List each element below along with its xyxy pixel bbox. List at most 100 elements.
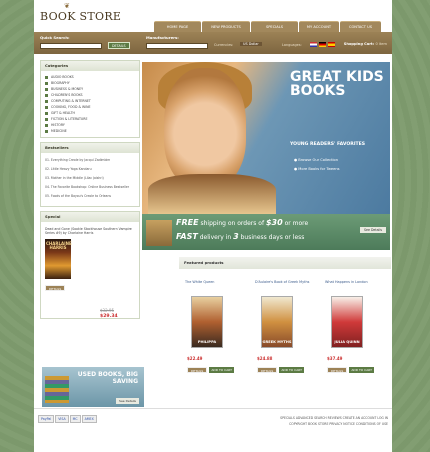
header: ❦ BOOK STORE HOME PAGE NEW PRODUCTS SPEC…	[34, 0, 392, 32]
logo-ornament-icon: ❦	[64, 2, 70, 10]
bullet-icon	[45, 129, 48, 133]
product-title[interactable]: What Happens in London	[325, 280, 385, 290]
add-to-cart-button[interactable]: ADD TO CART	[279, 367, 304, 373]
special-product-name[interactable]: Dead and Gone (Sookie Stackhouse Souther…	[45, 227, 135, 235]
hero-subline: YOUNG READERS' FAVORITES	[290, 142, 366, 147]
shipping-details-button[interactable]: See Details	[359, 227, 386, 233]
flag-us-icon[interactable]	[310, 42, 317, 47]
product-card: D'Aulaire's Book of Greek Myths GREEK MYT…	[255, 280, 315, 373]
footer-links: SPECIALS ADVANCED SEARCH REVIEWS CREATE …	[280, 415, 388, 427]
store-page: ❦ BOOK STORE HOME PAGE NEW PRODUCTS SPEC…	[34, 0, 392, 452]
fast-word: FAST	[176, 232, 198, 241]
book-stack-icon	[45, 376, 69, 403]
manufacturers-label: Manufacturers:	[146, 35, 179, 40]
product-price: $24.88	[257, 356, 273, 361]
delivery-text-1: delivery in	[197, 234, 234, 241]
currency-label: Currencies:	[214, 43, 234, 47]
category-label: HISTORY	[51, 123, 65, 127]
tab-my-account[interactable]: MY ACCOUNT	[299, 21, 339, 32]
hero-link-browse-label: Browse Our Collection	[298, 158, 339, 162]
currency-select[interactable]: US Dollar	[240, 42, 262, 46]
product-details-button[interactable]: DETAILS	[257, 367, 278, 373]
bestseller-item[interactable]: 05. Foods of the Bayou's Creole to Orlea…	[45, 194, 135, 198]
shipping-text-2: or more	[282, 220, 309, 227]
special-new-price: $29.34	[100, 314, 118, 319]
bestseller-item[interactable]: 03. Mother in the Middle (Lilac Jaishri)	[45, 176, 135, 180]
bullet-icon	[45, 99, 48, 103]
store-logo[interactable]: BOOK STORE	[40, 10, 121, 23]
categories-box: Categories AUDIO BOOKS BIOGRAPHY BUSINESS …	[40, 60, 140, 138]
mastercard-icon: MC	[69, 415, 81, 423]
footer: PayPal VISA MC AMEX SPECIALS ADVANCED SE…	[34, 408, 392, 452]
amex-icon: AMEX	[81, 415, 97, 423]
product-title[interactable]: The White Queen	[185, 280, 245, 290]
cart-label: Shopping Cart:	[343, 42, 375, 46]
categories-list: AUDIO BOOKS BIOGRAPHY BUSINESS & MONEY CHIL…	[41, 71, 139, 137]
product-title[interactable]: D'Aulaire's Book of Greek Myths	[255, 280, 315, 290]
product-details-button[interactable]: DETAILS	[187, 367, 208, 373]
bestseller-item[interactable]: 01. Everything Creole by Jacqui Zadimbim	[45, 158, 135, 162]
product-price: $37.49	[327, 356, 343, 361]
box-package-icon	[146, 220, 172, 246]
product-details-button[interactable]: DETAILS	[327, 367, 348, 373]
hero-link-browse[interactable]: ● Browse Our Collection	[294, 158, 338, 162]
bullet-icon	[45, 105, 48, 109]
category-label: GIFT & HEALTH	[51, 111, 75, 115]
hero-banner[interactable]: GREAT KIDS BOOKS YOUNG READERS' FAVORITE…	[142, 62, 390, 214]
product-cover[interactable]: PHILIPPA	[191, 296, 223, 348]
bestsellers-box: Bestsellers 01. Everything Creole by Jac…	[40, 142, 140, 207]
category-label: BIOGRAPHY	[51, 81, 70, 85]
bullet-icon	[45, 93, 48, 97]
special-details-button[interactable]: DETAILS	[45, 285, 66, 291]
product-cover-text: JULIA QUINN	[334, 340, 360, 344]
flag-es-icon[interactable]	[328, 42, 335, 47]
delivery-text-2: business days or less	[238, 234, 305, 241]
category-label: FICTION & LITERATURE	[51, 117, 88, 121]
product-cover[interactable]: JULIA QUINN	[331, 296, 363, 348]
boy-face-image	[164, 68, 246, 188]
add-to-cart-button[interactable]: ADD TO CART	[209, 367, 234, 373]
category-label: MEDICINE	[51, 129, 67, 133]
tab-specials[interactable]: SPECIALS	[251, 21, 298, 32]
tab-home-page[interactable]: HOME PAGE	[154, 21, 201, 32]
shipping-line-1: FREE shipping on orders of $30 or more	[176, 218, 308, 227]
visa-icon: VISA	[55, 415, 69, 423]
tab-contact-us[interactable]: CONTACT US	[340, 21, 381, 32]
category-label: BUSINESS & MONEY	[51, 87, 84, 91]
bullet-icon	[45, 117, 48, 121]
special-book-cover[interactable]: CHARLAINE HARRIS	[45, 239, 72, 279]
main-nav: HOME PAGE NEW PRODUCTS SPECIALS MY ACCOU…	[154, 21, 381, 32]
product-card: What Happens in London JULIA QUINN $37.49 D…	[325, 280, 385, 373]
special-title: Special	[41, 212, 139, 222]
bestsellers-list: 01. Everything Creole by Jacqui Zadimbim…	[41, 153, 139, 206]
category-label: COMPUTING & INTERNET	[51, 99, 91, 103]
search-input[interactable]	[40, 43, 102, 49]
add-to-cart-button[interactable]: ADD TO CART	[349, 367, 374, 373]
search-button[interactable]: DETAILS	[108, 42, 130, 49]
left-sidebar: Categories AUDIO BOOKS BIOGRAPHY BUSINESS …	[40, 60, 140, 323]
hero-link-tweens[interactable]: ● More Books for Tweens	[294, 167, 340, 171]
flag-de-icon[interactable]	[319, 42, 326, 47]
shipping-amount: $30	[265, 218, 283, 227]
category-item[interactable]: MEDICINE	[45, 128, 135, 134]
shipping-banner[interactable]: FREE shipping on orders of $30 or more F…	[142, 214, 390, 250]
quick-search-label: Quick Search:	[40, 35, 70, 40]
product-cover-text: PHILIPPA	[197, 340, 217, 344]
shopping-cart[interactable]: Shopping Cart: 0 item	[344, 42, 387, 46]
open-book-image	[148, 174, 276, 214]
footer-copyright[interactable]: COPYRIGHT BOOK STORE PRIVACY NOTICE COND…	[280, 421, 388, 427]
languages-label: Languages:	[282, 43, 302, 47]
bestseller-item[interactable]: 04. The Favorite Bookshop: Online Busine…	[45, 185, 135, 189]
tab-new-products[interactable]: NEW PRODUCTS	[202, 21, 250, 32]
shipping-text-1: shipping on orders of	[198, 220, 266, 227]
bestseller-item[interactable]: 02. Little Heavy Yoga Kandaru	[45, 167, 135, 171]
used-books-promo[interactable]: USED BOOKS, BIG SAVING See Details	[42, 367, 144, 407]
paypal-icon: PayPal	[38, 415, 55, 423]
categories-title: Categories	[41, 61, 139, 71]
manufacturers-select[interactable]	[146, 43, 208, 49]
featured-products: Featured products The White Queen PHILIPP…	[179, 257, 391, 407]
product-cover[interactable]: GREEK MYTHS	[261, 296, 293, 348]
payment-icons: PayPal VISA MC AMEX	[38, 415, 97, 423]
promo-details-button[interactable]: See Details	[116, 398, 139, 404]
cart-count: 0 item	[375, 42, 387, 46]
